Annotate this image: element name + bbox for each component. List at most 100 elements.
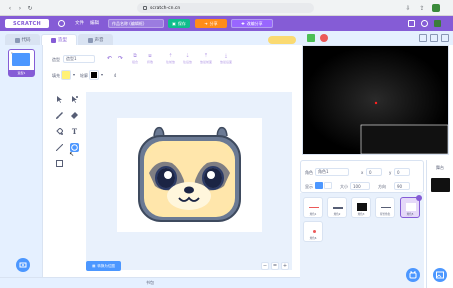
language-globe-icon[interactable]: [58, 20, 65, 27]
speaker-icon: [87, 37, 93, 43]
tab-costumes[interactable]: 造型: [41, 34, 77, 45]
brush-tool[interactable]: [55, 111, 64, 120]
folder-icon[interactable]: [408, 20, 415, 27]
sprite-tile[interactable]: 角色6: [303, 221, 323, 242]
save-icon: ▣: [172, 21, 176, 26]
fill-color-swatch[interactable]: [61, 70, 71, 80]
project-title-input[interactable]: 作品名称 (编辑框): [108, 19, 164, 28]
costume-name-label: 造型: [52, 57, 60, 62]
front-button[interactable]: ⤒ 放最前面: [200, 53, 212, 64]
mouse-cursor-icon: ↖: [69, 151, 75, 158]
line-icon: [56, 144, 63, 151]
stage-canvas[interactable]: SoKoK: [302, 45, 449, 162]
forward-button[interactable]: ⇡ 往前放: [166, 53, 175, 64]
line-tool[interactable]: [55, 143, 64, 152]
outline-size-input[interactable]: 4: [107, 71, 121, 79]
stop-icon[interactable]: [320, 34, 328, 42]
backdrop-thumbnail: [431, 178, 450, 192]
scratch-logo[interactable]: SCRATCH: [5, 19, 49, 28]
sprite-tile-label: 角色3: [357, 213, 365, 216]
add-costume-button[interactable]: [16, 258, 30, 272]
account-icon[interactable]: [421, 20, 428, 27]
back-layer-icon: ⤓: [224, 53, 228, 59]
cat-add-icon: [409, 271, 417, 279]
eraser-icon: [71, 112, 78, 119]
edit-menu[interactable]: 编辑: [90, 20, 99, 26]
tab-sounds[interactable]: 声音: [78, 34, 113, 45]
y-input[interactable]: 0: [394, 168, 410, 176]
zoom-reset-button[interactable]: =: [271, 262, 279, 270]
sprite-tile-label: 角色1: [309, 213, 317, 216]
arrow-select-icon: [57, 96, 62, 103]
sprite-tile[interactable]: 背景角色: [375, 197, 395, 218]
show-hidden-toggle[interactable]: [324, 182, 332, 189]
delete-sprite-icon[interactable]: [416, 195, 422, 201]
reshape-icon: [72, 96, 78, 103]
outline-color-swatch[interactable]: [89, 70, 99, 80]
save-button[interactable]: ▣ 保存: [168, 19, 190, 28]
convert-to-bitmap-button[interactable]: ▦ 转换为位图: [86, 261, 121, 271]
sprite-thumbnail: [381, 207, 391, 208]
fill-tool[interactable]: [55, 127, 64, 136]
undo-icon[interactable]: ↶: [105, 54, 114, 63]
share-page-icon[interactable]: ⇪: [418, 4, 426, 12]
paint-canvas[interactable]: [86, 92, 292, 270]
small-stage-icon[interactable]: [419, 34, 427, 42]
show-visible-toggle[interactable]: [315, 182, 323, 189]
brush-icon: [51, 37, 56, 43]
stage-target-pane[interactable]: 舞台: [426, 160, 453, 288]
sprite-tile[interactable]: 角色1: [303, 197, 323, 218]
sprite-tile-selected[interactable]: 角色5: [400, 195, 422, 218]
fill-dropdown-icon[interactable]: ▾: [73, 72, 75, 77]
zoom-out-button[interactable]: −: [261, 262, 269, 270]
eraser-tool[interactable]: [70, 111, 79, 120]
redo-icon[interactable]: ↷: [116, 54, 125, 63]
add-backdrop-button[interactable]: [433, 268, 447, 282]
x-input[interactable]: 0: [366, 168, 382, 176]
reload-icon[interactable]: ↻: [26, 4, 34, 12]
reshape-tool[interactable]: [70, 95, 79, 104]
sprite-thumbnail: [406, 203, 416, 211]
group-button[interactable]: ⧉ 组合: [132, 53, 138, 64]
tab-code[interactable]: 代码: [5, 34, 40, 45]
show-label: 显示: [305, 184, 313, 189]
size-input[interactable]: 100: [350, 182, 370, 190]
back-icon[interactable]: ‹: [6, 4, 14, 12]
file-menu[interactable]: 文件: [75, 20, 84, 26]
cat-decoration-icon: [268, 36, 296, 44]
select-tool[interactable]: [55, 95, 64, 104]
outline-dropdown-icon[interactable]: ▾: [101, 72, 103, 77]
share-button[interactable]: ➜ 分享: [195, 19, 227, 28]
fullscreen-icon[interactable]: [441, 34, 449, 42]
downloads-icon[interactable]: ⇩: [404, 4, 412, 12]
forward-icon[interactable]: ›: [16, 4, 24, 12]
costume-name-input[interactable]: 造型1: [63, 55, 95, 63]
url-text: scratch-cn.cn: [150, 5, 181, 11]
backward-button[interactable]: ⇣ 往后放: [183, 53, 192, 64]
direction-input[interactable]: 90: [394, 182, 410, 190]
rectangle-tool[interactable]: [55, 159, 64, 168]
green-flag-icon[interactable]: [307, 34, 315, 42]
costume-item[interactable]: 1 造型1: [8, 49, 35, 77]
avatar[interactable]: [434, 20, 441, 27]
zoom-in-button[interactable]: +: [281, 262, 289, 270]
backward-label: 往后放: [183, 60, 193, 64]
sprite-tile[interactable]: 角色3: [351, 197, 371, 218]
sprite-tile[interactable]: 角色2: [327, 197, 347, 218]
large-stage-icon[interactable]: [430, 34, 438, 42]
costume-drawing: [138, 126, 241, 222]
ungroup-button[interactable]: ⧈ 拆散: [147, 53, 153, 64]
add-sprite-button[interactable]: [406, 268, 420, 282]
canvas-paper[interactable]: [117, 118, 262, 232]
address-bar[interactable]: scratch-cn.cn: [137, 3, 314, 13]
text-tool-icon: T: [71, 127, 78, 136]
forward-layer-icon: ⇡: [168, 53, 173, 59]
back-button[interactable]: ⤓ 放最后面: [220, 53, 232, 64]
remix-button[interactable]: ✚ 改编分享: [231, 19, 273, 28]
extension-icon[interactable]: [432, 4, 440, 12]
front-layer-icon: ⤒: [204, 53, 208, 59]
text-tool[interactable]: T: [70, 127, 79, 136]
backpack-bar[interactable]: 书包: [0, 277, 300, 288]
remix-icon: ✚: [241, 21, 245, 26]
sprite-name-input[interactable]: 角色1: [315, 168, 349, 176]
